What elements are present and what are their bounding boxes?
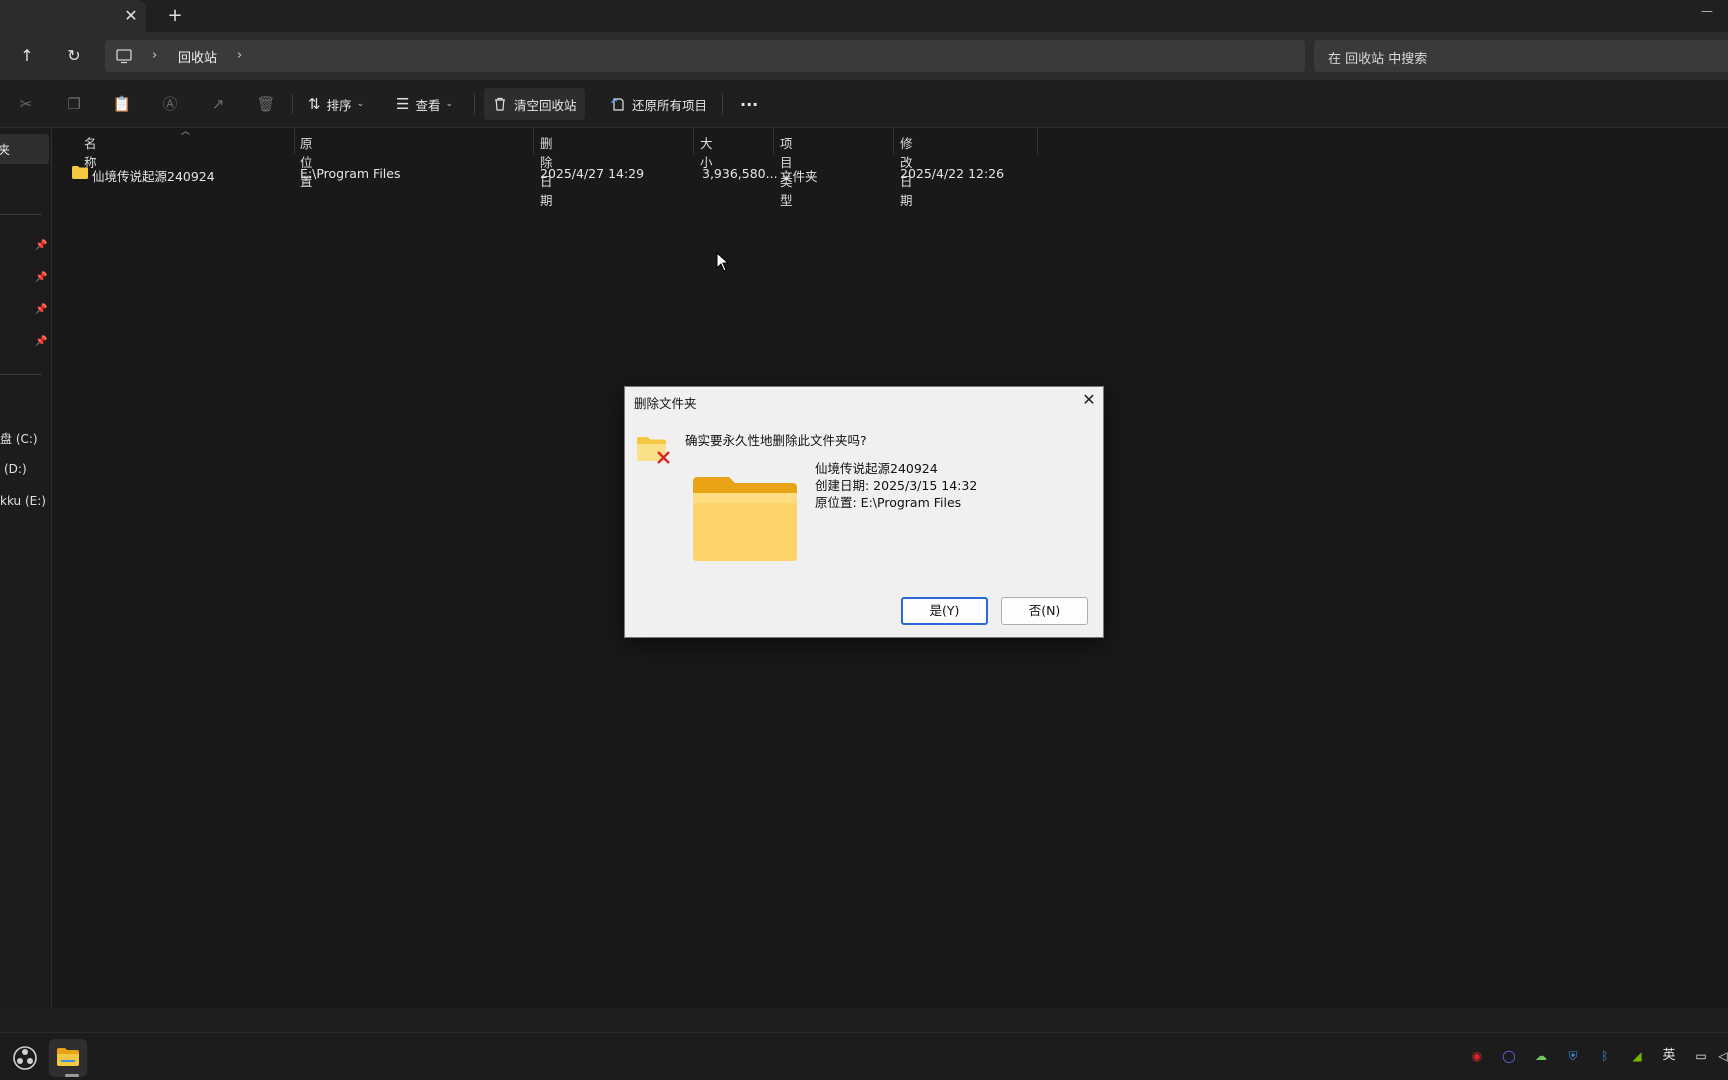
restore-all-button[interactable]: 还原所有项目 xyxy=(602,88,715,120)
empty-recycle-bin-button[interactable]: 清空回收站 xyxy=(484,88,585,120)
network-icon[interactable]: ▭ xyxy=(1692,1047,1710,1065)
pin-icon[interactable]: 📌 xyxy=(35,304,47,316)
navigation-pane: 夹 📌 📌 📌 📌 盘 (C:) (D:) kku (E:) xyxy=(0,128,52,1008)
breadcrumb-recycle-bin[interactable]: 回收站 xyxy=(178,47,217,66)
volume-icon[interactable]: ◁ xyxy=(1714,1047,1728,1065)
tab-close-icon[interactable]: ✕ xyxy=(122,7,140,25)
column-divider[interactable] xyxy=(893,128,894,154)
active-app-indicator xyxy=(65,1074,79,1077)
view-label: 查看 xyxy=(415,97,441,113)
refresh-icon[interactable]: ↻ xyxy=(62,44,86,68)
delete-icon[interactable]: 🗑 xyxy=(256,94,276,114)
paste-icon[interactable]: 📋 xyxy=(112,94,132,114)
column-divider[interactable] xyxy=(773,128,774,154)
rename-icon[interactable]: Ⓐ xyxy=(160,94,180,114)
column-divider[interactable] xyxy=(693,128,694,154)
active-tab[interactable]: ✕ xyxy=(0,0,146,32)
empty-recycle-bin-label: 清空回收站 xyxy=(514,97,577,113)
column-divider[interactable] xyxy=(533,128,534,154)
up-arrow-icon[interactable]: ↑ xyxy=(15,44,39,68)
dialog-title: 删除文件夹 xyxy=(634,396,697,411)
taskbar-obs[interactable] xyxy=(6,1039,44,1077)
input-method-indicator[interactable]: 英 xyxy=(1660,1047,1678,1065)
sidebar-item-label: 夹 xyxy=(0,143,11,157)
file-deleted-date: 2025/4/27 14:29 xyxy=(540,166,645,181)
taskbar: ◉ ◯ ☁ ⛨ ᛒ ◢ 英 ▭ ◁ xyxy=(0,1032,1728,1080)
dialog-question: 确实要永久性地删除此文件夹吗? xyxy=(685,433,867,448)
sidebar-item-drive-d[interactable]: (D:) xyxy=(4,462,27,476)
obs-icon xyxy=(13,1046,37,1070)
sort-button[interactable]: ⇅ 排序 ⌄ xyxy=(300,88,372,120)
yes-button[interactable]: 是(Y) xyxy=(901,597,988,625)
search-box[interactable]: 在 回收站 中搜索 xyxy=(1314,40,1728,72)
dialog-item-name: 仙境传说起源240924 xyxy=(815,461,938,476)
restore-all-label: 还原所有项目 xyxy=(632,97,708,113)
pin-icon[interactable]: 📌 xyxy=(35,240,47,252)
large-folder-icon xyxy=(693,477,797,561)
search-placeholder: 在 回收站 中搜索 xyxy=(1328,52,1428,67)
minimize-icon[interactable]: — xyxy=(1700,4,1714,18)
sort-indicator-icon: ︿ xyxy=(181,127,191,137)
toolbar-divider xyxy=(474,94,475,114)
dialog-item-details: 仙境传说起源240924 创建日期: 2025/3/15 14:32 原位置: … xyxy=(815,460,977,511)
command-bar: ✂ ❐ 📋 Ⓐ ↗ 🗑 ⇅ 排序 ⌄ ☰ 查看 ⌄ 清空回收站 还原所有项目 ·… xyxy=(0,80,1728,128)
chevron-down-icon: ⌄ xyxy=(445,99,454,109)
nvidia-icon[interactable]: ◢ xyxy=(1628,1047,1646,1065)
cut-icon[interactable]: ✂ xyxy=(16,94,36,114)
network-app-icon[interactable]: ☁ xyxy=(1532,1047,1550,1065)
toolbar-divider xyxy=(722,94,723,114)
sidebar-item-selected[interactable]: 夹 xyxy=(0,134,49,164)
file-name: 仙境传说起源240924 xyxy=(92,169,215,184)
no-button[interactable]: 否(N) xyxy=(1001,597,1088,625)
view-button[interactable]: ☰ 查看 ⌄ xyxy=(388,88,461,120)
sidebar-item-drive-e[interactable]: kku (E:) xyxy=(0,494,46,508)
file-type: 文件夹 xyxy=(780,169,818,184)
file-original-location: E:\Program Files xyxy=(300,166,401,181)
column-divider[interactable] xyxy=(1037,128,1038,154)
sort-icon: ⇅ xyxy=(308,95,321,113)
breadcrumb-chevron-icon[interactable]: › xyxy=(237,48,242,63)
dialog-item-location: 原位置: E:\Program Files xyxy=(815,495,962,510)
restore-icon xyxy=(611,98,624,111)
file-size: 3,936,580... xyxy=(702,166,778,181)
mouse-cursor-icon xyxy=(716,252,730,272)
share-icon[interactable]: ↗ xyxy=(208,94,228,114)
more-options-icon: ··· xyxy=(740,94,759,114)
this-pc-icon[interactable] xyxy=(115,47,133,65)
file-explorer-icon xyxy=(57,1048,79,1066)
title-bar: ✕ + — xyxy=(0,0,1728,32)
navigation-bar: ↑ ↻ › 回收站 › 在 回收站 中搜索 xyxy=(0,32,1728,80)
obs-tray-icon[interactable]: ◉ xyxy=(1468,1047,1486,1065)
security-shield-icon[interactable]: ⛨ xyxy=(1564,1047,1582,1065)
cortana-icon[interactable]: ◯ xyxy=(1500,1047,1518,1065)
file-modified-date: 2025/4/22 12:26 xyxy=(900,166,1005,181)
pin-icon[interactable]: 📌 xyxy=(35,272,47,284)
taskbar-file-explorer[interactable] xyxy=(49,1039,87,1077)
toolbar-divider xyxy=(292,94,293,114)
bluetooth-icon[interactable]: ᛒ xyxy=(1596,1047,1614,1065)
delete-folder-dialog: 删除文件夹 ✕ 确实要永久性地删除此文件夹吗? 仙境传说起源240924 创建日… xyxy=(624,386,1104,638)
copy-icon[interactable]: ❐ xyxy=(64,94,84,114)
sort-label: 排序 xyxy=(326,97,352,113)
folder-icon xyxy=(72,166,88,179)
more-options-button[interactable]: ··· xyxy=(732,88,766,120)
address-bar[interactable]: › 回收站 › xyxy=(105,40,1305,72)
sidebar-divider xyxy=(0,214,42,215)
dialog-close-icon[interactable]: ✕ xyxy=(1080,391,1098,409)
recycle-bin-icon xyxy=(495,97,505,111)
new-tab-icon[interactable]: + xyxy=(165,6,185,26)
chevron-down-icon: ⌄ xyxy=(356,99,365,109)
pin-icon[interactable]: 📌 xyxy=(35,336,47,348)
view-list-icon: ☰ xyxy=(396,95,410,113)
column-divider[interactable] xyxy=(294,128,295,154)
status-bar xyxy=(0,1008,1728,1032)
delete-folder-icon xyxy=(637,437,670,464)
table-row[interactable]: 仙境传说起源240924 E:\Program Files 2025/4/27 … xyxy=(66,162,1038,186)
dialog-item-created: 创建日期: 2025/3/15 14:32 xyxy=(815,478,978,493)
breadcrumb-chevron-icon[interactable]: › xyxy=(152,48,157,63)
sidebar-divider xyxy=(0,374,42,375)
sidebar-item-drive-c[interactable]: 盘 (C:) xyxy=(0,430,38,447)
